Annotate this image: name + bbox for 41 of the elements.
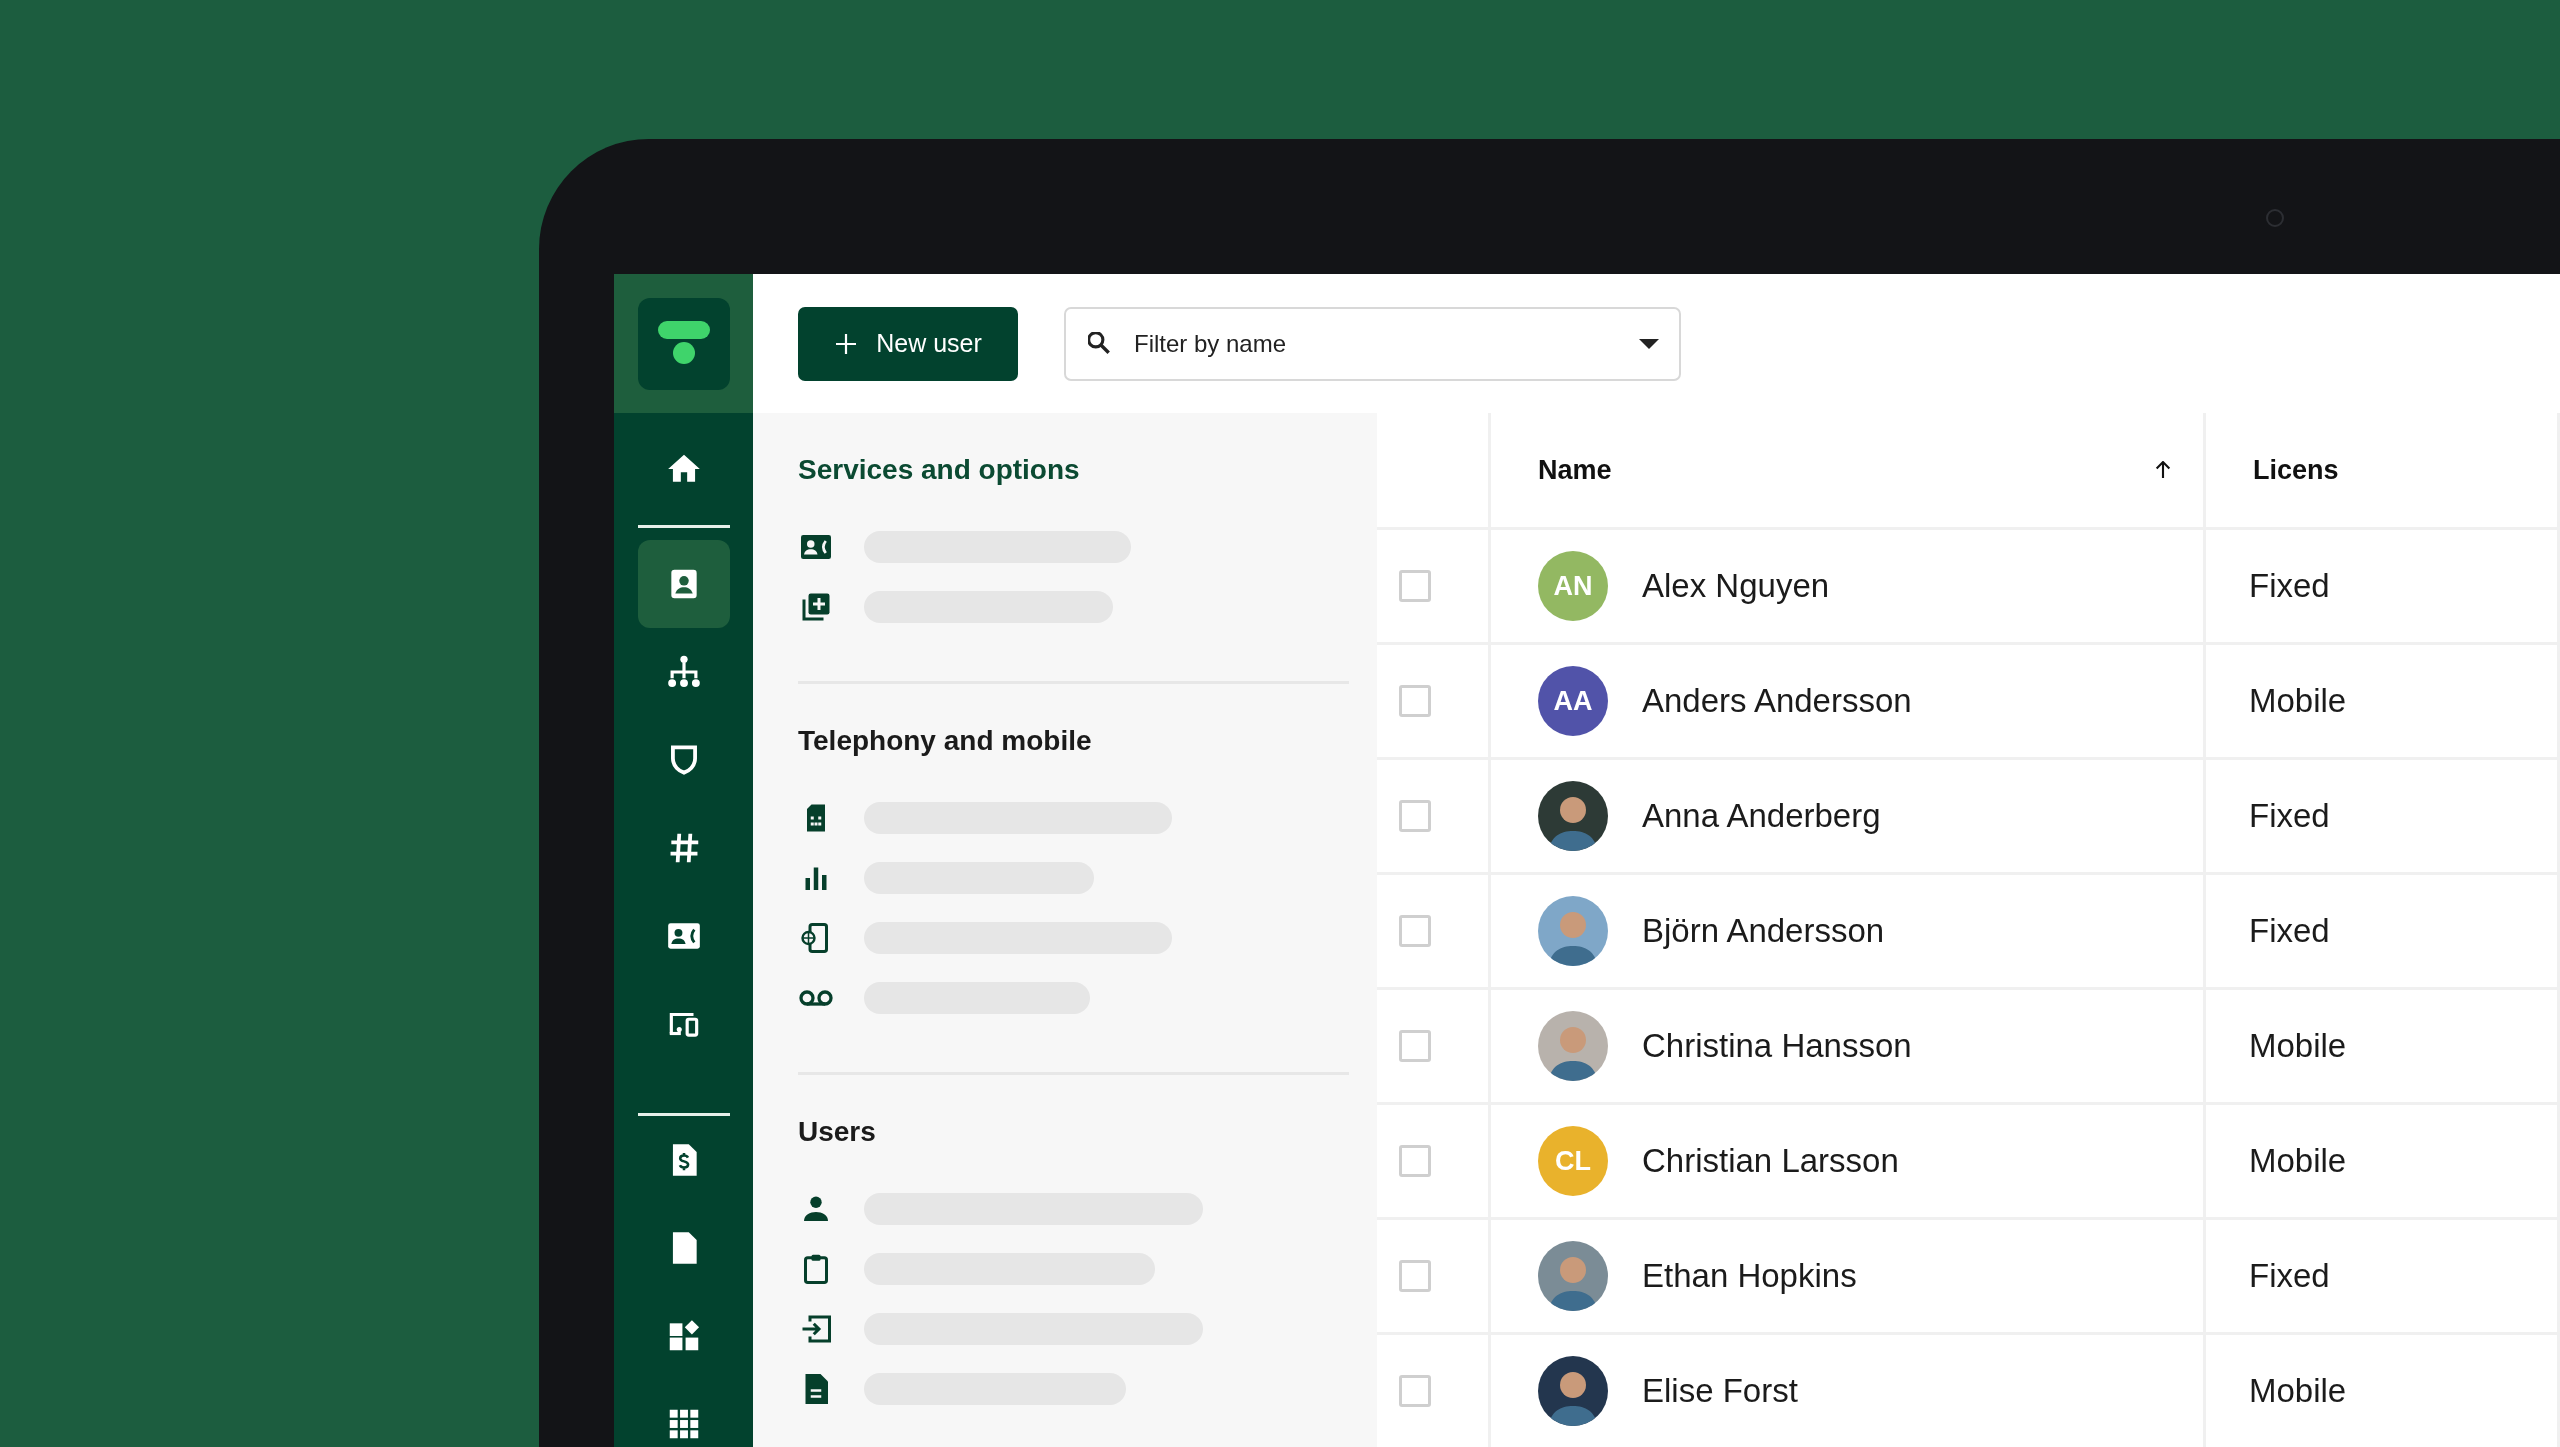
logo[interactable] — [637, 297, 730, 390]
license-type: Mobile — [2249, 1371, 2347, 1412]
user-name: Anders Andersson — [1642, 681, 1912, 722]
new-user-button[interactable]: New user — [798, 306, 1018, 381]
license-type: Fixed — [2249, 796, 2330, 837]
camera-icon — [2266, 209, 2284, 227]
column-header[interactable]: Name — [1538, 449, 1612, 491]
user-name: Anna Anderberg — [1642, 796, 1881, 837]
logo-icon — [657, 320, 710, 367]
section-title: Services and options — [798, 453, 1081, 487]
user-name: Björn Andersson — [1642, 911, 1885, 952]
license-type: Fixed — [2249, 911, 2330, 952]
checkbox[interactable] — [1399, 1260, 1431, 1292]
checkbox[interactable] — [1399, 685, 1431, 717]
avatar: AN — [1538, 551, 1608, 621]
section-title: Telephony and mobile — [798, 724, 1093, 758]
plus-icon — [834, 331, 859, 356]
checkbox[interactable] — [1399, 1375, 1431, 1407]
license-type: Fixed — [2249, 566, 2330, 607]
user-name: Christina Hansson — [1642, 1026, 1912, 1067]
caret-icon — [1639, 338, 1659, 349]
license-type: Mobile — [2249, 1141, 2347, 1182]
filter-field[interactable]: Filter by name — [1064, 306, 1681, 381]
user-name: Christian Larsson — [1642, 1141, 1899, 1182]
section-title: Users — [798, 1115, 877, 1149]
user-name: Ethan Hopkins — [1642, 1256, 1857, 1297]
checkbox[interactable] — [1399, 915, 1431, 947]
license-type: Mobile — [2249, 1026, 2347, 1067]
checkbox[interactable] — [1399, 1030, 1431, 1062]
license-type: Fixed — [2249, 1256, 2330, 1297]
checkbox[interactable] — [1399, 570, 1431, 602]
column-header[interactable]: Licens — [2253, 449, 2339, 491]
avatar: CL — [1538, 1126, 1608, 1196]
avatar: AA — [1538, 666, 1608, 736]
sidebar-item[interactable] — [637, 540, 730, 628]
user-name: Alex Nguyen — [1642, 566, 1830, 607]
checkbox[interactable] — [1399, 1145, 1431, 1177]
user-name: Elise Forst — [1642, 1371, 1798, 1412]
search-icon — [1088, 331, 1110, 354]
checkbox[interactable] — [1399, 800, 1431, 832]
license-type: Mobile — [2249, 681, 2347, 722]
